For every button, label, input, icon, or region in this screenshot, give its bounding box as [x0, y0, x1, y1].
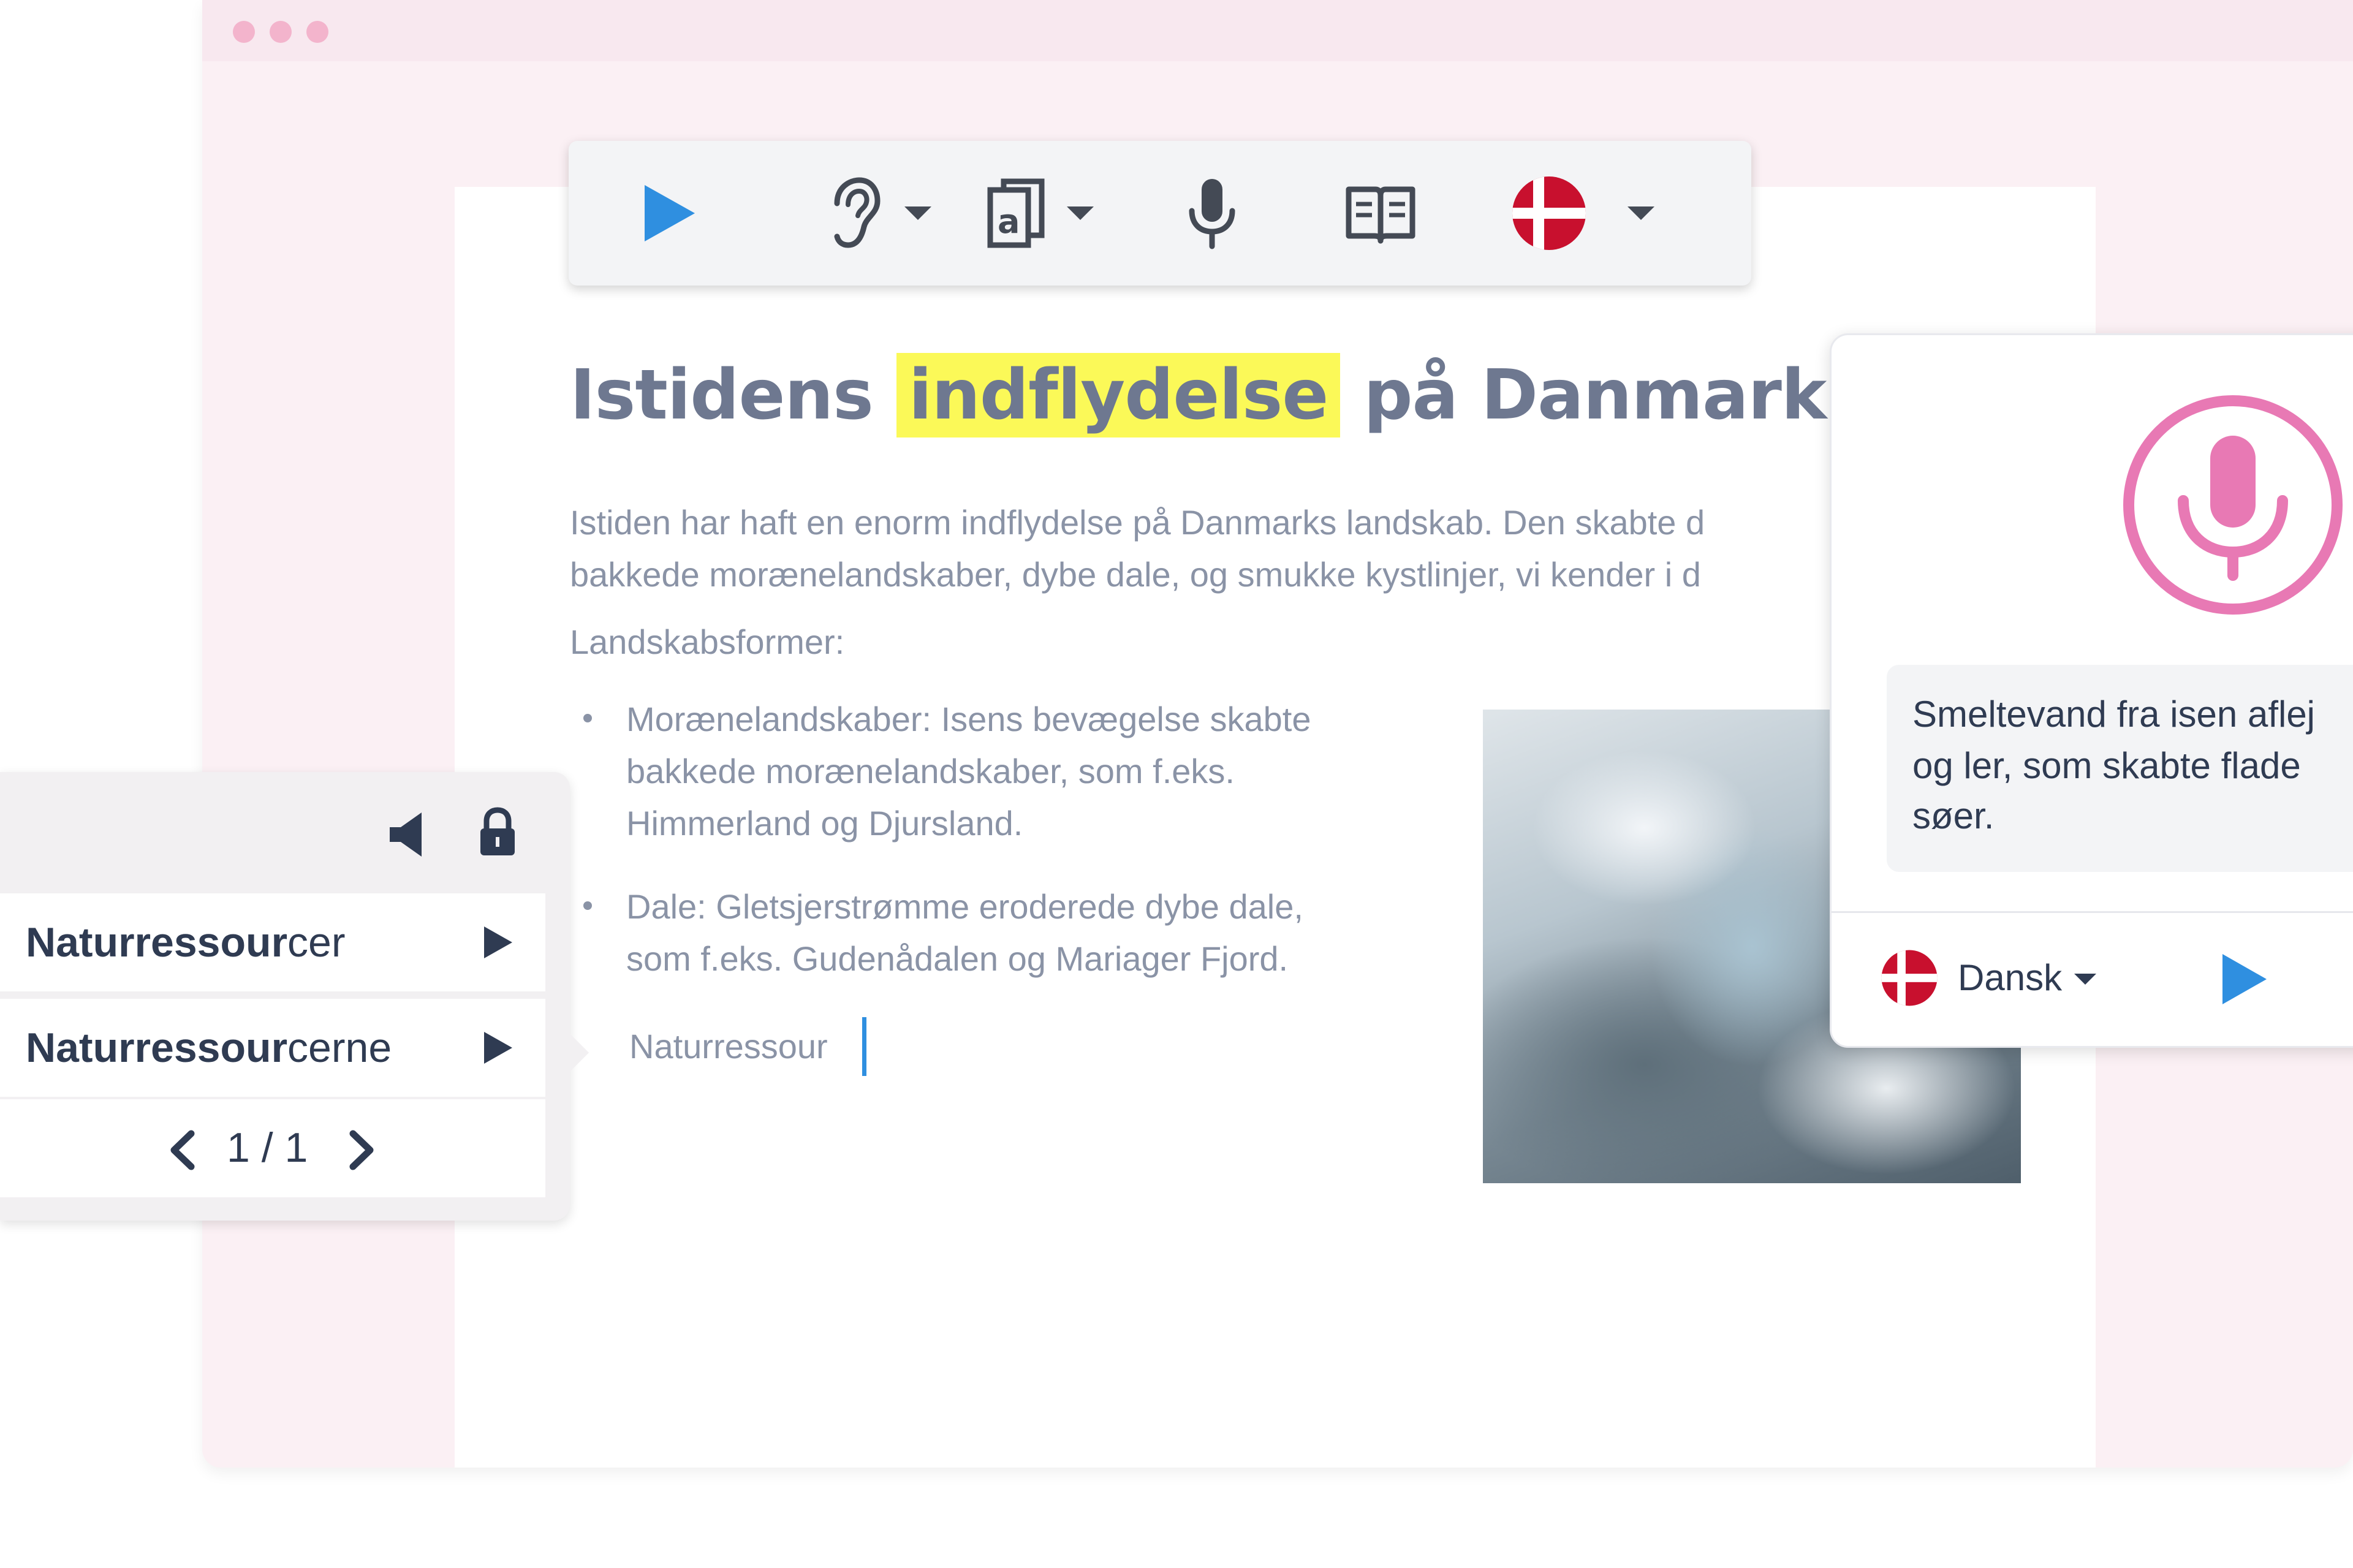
language-button[interactable] [1503, 141, 1595, 286]
text-box-icon: a [987, 178, 1045, 248]
language-label: Dansk [1958, 957, 2063, 998]
transcription-box: Smeltevand fra isen aflej og ler, som sk… [1887, 665, 2353, 872]
reading-toolbar: a [569, 141, 1751, 286]
chevron-down-icon [1627, 206, 1654, 220]
bullet-text: som f.eks. Gudenådalen og Mariager Fjord… [626, 939, 1289, 978]
bullet-text: Morænelandskaber: Isens bevægelse skabte [626, 700, 1311, 738]
text-box-dropdown[interactable] [1056, 141, 1105, 286]
window-dot-minimize[interactable] [270, 21, 292, 43]
bullet-dot [583, 901, 592, 910]
window-dot-maximize[interactable] [306, 21, 328, 43]
prediction-typed-part: Naturressour [26, 1025, 288, 1071]
prediction-suggested-part: cer [287, 919, 346, 966]
prediction-word: Naturressourcer [26, 918, 346, 966]
play-icon[interactable] [484, 926, 512, 958]
speaker-icon[interactable] [387, 810, 426, 859]
play-button[interactable] [624, 141, 716, 286]
danish-flag-icon [1881, 950, 1938, 1006]
microphone-icon [1189, 179, 1235, 249]
bullet-text: Himmerland og Djursland. [626, 804, 1023, 843]
chevron-right-icon[interactable] [347, 1130, 377, 1170]
browser-titlebar [202, 0, 2353, 61]
bullet-text: Dale: Gletsjerstrømme eroderede dybe dal… [626, 887, 1303, 926]
prediction-suggested-part: cerne [287, 1025, 392, 1071]
transcription-line: søer. [1912, 795, 1995, 836]
svg-text:a: a [998, 202, 1020, 241]
prediction-item[interactable]: Naturressourcer [0, 893, 545, 991]
window-dot-close[interactable] [233, 21, 255, 43]
page-indicator: 1 / 1 [227, 1124, 308, 1171]
prediction-pager: 1 / 1 [0, 1099, 545, 1197]
subheading: Landskabsformer: [570, 623, 845, 661]
dictation-button[interactable] [1166, 141, 1258, 286]
title-highlight: indflydelse [896, 353, 1341, 437]
play-icon[interactable] [484, 1032, 512, 1064]
play-icon[interactable] [2220, 952, 2269, 1007]
prediction-item[interactable]: Naturressourcerne [0, 999, 545, 1097]
transcription-line: og ler, som skabte flade [1912, 745, 2301, 786]
title-text-end: på Danmark [1363, 355, 1827, 435]
text-box-button[interactable]: a [973, 141, 1059, 286]
prediction-word: Naturressourcerne [26, 1024, 392, 1072]
text-cursor [862, 1017, 866, 1076]
speech-to-text-panel: Smeltevand fra isen aflej og ler, som sk… [1830, 333, 2353, 1048]
prediction-typed-part: Naturressour [26, 919, 288, 966]
chevron-down-icon [1067, 206, 1094, 220]
listen-dropdown[interactable] [893, 141, 942, 286]
ear-icon [834, 177, 881, 248]
page-title: Istidens indflydelse på Danmark [570, 353, 1827, 437]
transcription-line: Smeltevand fra isen aflej [1912, 694, 2316, 735]
divider [1832, 911, 2353, 913]
paragraph-line: bakkede morænelandskaber, dybe dale, og … [570, 555, 1701, 594]
play-icon [645, 185, 695, 241]
microphone-icon[interactable] [2120, 392, 2346, 618]
paragraph-line: Istiden har haft en enorm indflydelse på… [570, 503, 1705, 542]
lock-icon[interactable] [478, 806, 517, 858]
dictionary-button[interactable] [1335, 141, 1427, 286]
title-text-start: Istidens [570, 355, 874, 435]
chevron-down-icon [2074, 974, 2096, 985]
language-selector[interactable]: Dansk [1881, 943, 2138, 1010]
book-icon [1346, 186, 1415, 244]
language-dropdown[interactable] [1616, 141, 1665, 286]
bullet-dot [583, 714, 592, 722]
bullet-text: bakkede morænelandskaber, som f.eks. [626, 752, 1235, 790]
typing-text[interactable]: Naturressour [629, 1020, 828, 1073]
danish-flag-icon [1512, 176, 1586, 250]
chevron-left-icon[interactable] [167, 1130, 197, 1170]
listen-button[interactable] [808, 141, 900, 286]
panel-pointer [567, 1031, 589, 1075]
chevron-down-icon [904, 206, 931, 220]
